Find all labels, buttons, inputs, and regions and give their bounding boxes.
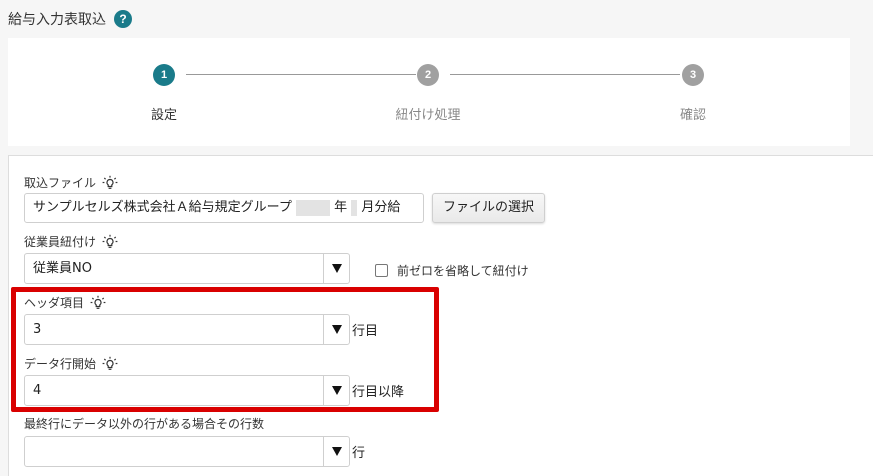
import-file-input[interactable]: サンプルセルズ株式会社Ａ給与規定グループ 年 月分給	[24, 193, 424, 223]
redacted-year-block	[295, 199, 330, 216]
dropdown-arrow-icon[interactable]	[323, 437, 349, 466]
employee-link-select[interactable]: 従業員NO	[24, 253, 350, 284]
employee-link-label: 従業員紐付け	[24, 233, 118, 250]
trailing-rows-suffix: 行	[352, 446, 366, 461]
step-2-circle: 2	[417, 64, 439, 86]
import-file-month: 月分給	[361, 200, 401, 215]
step-1-circle: 1	[153, 64, 175, 86]
employee-link-label-text: 従業員紐付け	[24, 235, 97, 249]
lightbulb-icon[interactable]	[102, 175, 118, 191]
step-connector-1-2	[186, 74, 416, 75]
select-file-button[interactable]: ファイルの選択	[432, 193, 546, 223]
omit-leading-zero-label: 前ゼロを省略して紐付け	[397, 264, 529, 278]
trailing-rows-label-text: 最終行にデータ以外の行がある場合その行数	[24, 417, 265, 431]
highlight-frame	[11, 287, 439, 412]
import-file-year: 年	[334, 200, 348, 215]
page-title-text: 給与入力表取込	[8, 12, 106, 28]
omit-leading-zero-option[interactable]: 前ゼロを省略して紐付け	[375, 262, 529, 279]
step-connector-2-3	[450, 74, 680, 75]
step-3-circle: 3	[682, 64, 704, 86]
stepper: 1 2 3 設定 紐付け処理 確認	[8, 38, 850, 146]
step-3-label: 確認	[679, 108, 706, 123]
import-file-label: 取込ファイル	[24, 174, 118, 191]
lightbulb-icon[interactable]	[102, 234, 118, 250]
page-title: 給与入力表取込 ?	[8, 9, 132, 29]
import-file-name-prefix: サンプルセルズ株式会社Ａ給与規定グループ	[33, 200, 292, 215]
trailing-rows-label: 最終行にデータ以外の行がある場合その行数	[24, 415, 264, 432]
employee-link-value: 従業員NO	[33, 261, 92, 276]
step-1-label: 設定	[150, 108, 177, 123]
dropdown-arrow-icon[interactable]	[323, 254, 349, 283]
trailing-rows-select[interactable]	[24, 436, 350, 467]
help-icon[interactable]: ?	[114, 10, 132, 28]
redacted-month-block	[351, 199, 358, 216]
step-2-label: 紐付け処理	[395, 108, 461, 123]
omit-leading-zero-checkbox[interactable]	[375, 264, 388, 277]
import-file-label-text: 取込ファイル	[24, 176, 97, 190]
